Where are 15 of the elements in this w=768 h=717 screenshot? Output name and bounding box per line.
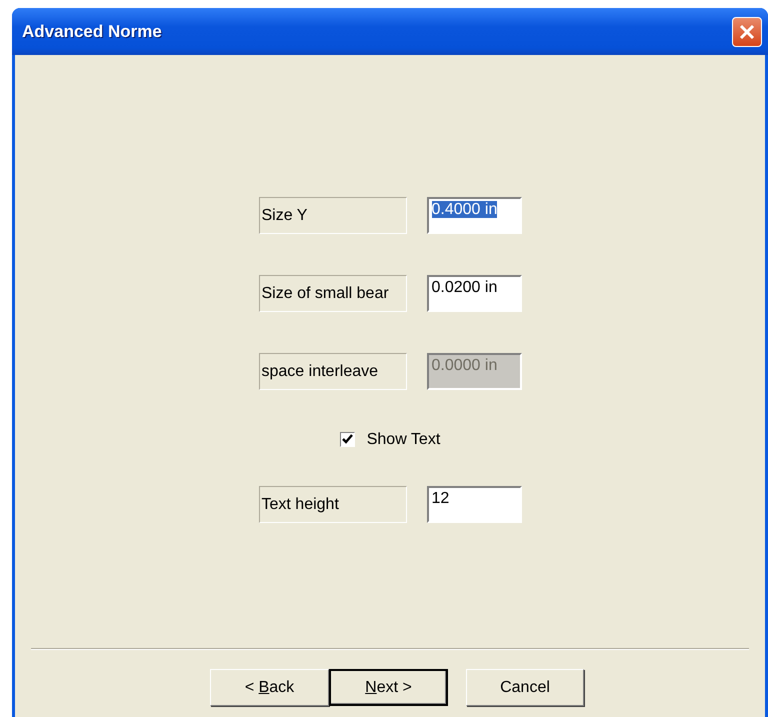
close-icon [739, 24, 755, 40]
window-title: Advanced Norme [22, 22, 162, 42]
field-label: space interleave [258, 353, 406, 390]
dialog-button[interactable]: Next > [329, 669, 448, 706]
input-field[interactable]: 0.0200 in [426, 275, 522, 312]
dialog-button[interactable]: < Back [210, 669, 329, 706]
input-field[interactable]: 0.4000 in [426, 197, 522, 234]
close-button[interactable] [732, 16, 762, 46]
field-label: Size Y [258, 197, 406, 234]
field-label: Size of small bear [258, 275, 406, 312]
input-field[interactable]: 12 [426, 486, 522, 523]
checkbox-label[interactable]: Show Text [366, 430, 440, 448]
field-label: Text height [258, 486, 406, 523]
dialog-button[interactable]: Cancel [466, 669, 584, 706]
checkbox[interactable] [340, 432, 355, 447]
